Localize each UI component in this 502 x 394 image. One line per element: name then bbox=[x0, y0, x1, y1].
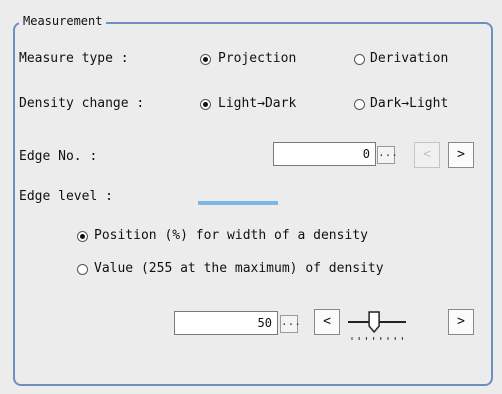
edge-no-next-button[interactable]: > bbox=[448, 142, 474, 168]
position-radio[interactable] bbox=[77, 231, 88, 242]
edge-level-indicator bbox=[198, 201, 278, 205]
dark-to-light-radio[interactable] bbox=[354, 99, 365, 110]
position-label[interactable]: Position (%) for width of a density bbox=[94, 228, 368, 243]
projection-label[interactable]: Projection bbox=[218, 51, 296, 66]
edge-no-prev-button[interactable]: < bbox=[414, 142, 440, 168]
edge-level-label: Edge level : bbox=[19, 189, 113, 204]
edge-level-browse-button[interactable]: ... bbox=[280, 315, 301, 333]
measure-type-label: Measure type : bbox=[19, 51, 129, 66]
light-to-dark-label[interactable]: Light→Dark bbox=[218, 96, 296, 111]
derivation-radio[interactable] bbox=[354, 54, 365, 65]
slider-thumb[interactable] bbox=[368, 311, 380, 334]
edge-level-field[interactable]: 50 bbox=[174, 311, 278, 335]
projection-radio[interactable] bbox=[200, 54, 211, 65]
derivation-label[interactable]: Derivation bbox=[370, 51, 448, 66]
density-change-label: Density change : bbox=[19, 96, 145, 111]
dark-to-light-label[interactable]: Dark→Light bbox=[370, 96, 448, 111]
edge-no-field[interactable]: 0 bbox=[273, 142, 376, 166]
group-title: Measurement bbox=[19, 14, 107, 28]
edge-level-slider[interactable] bbox=[344, 304, 410, 344]
edge-no-browse-button[interactable]: ... bbox=[377, 146, 398, 164]
edge-level-prev-button[interactable]: < bbox=[314, 309, 340, 335]
value-label[interactable]: Value (255 at the maximum) of density bbox=[94, 261, 384, 276]
edge-level-next-button[interactable]: > bbox=[448, 309, 474, 335]
edge-no-label: Edge No. : bbox=[19, 149, 98, 164]
value-radio[interactable] bbox=[77, 264, 88, 275]
light-to-dark-radio[interactable] bbox=[200, 99, 211, 110]
